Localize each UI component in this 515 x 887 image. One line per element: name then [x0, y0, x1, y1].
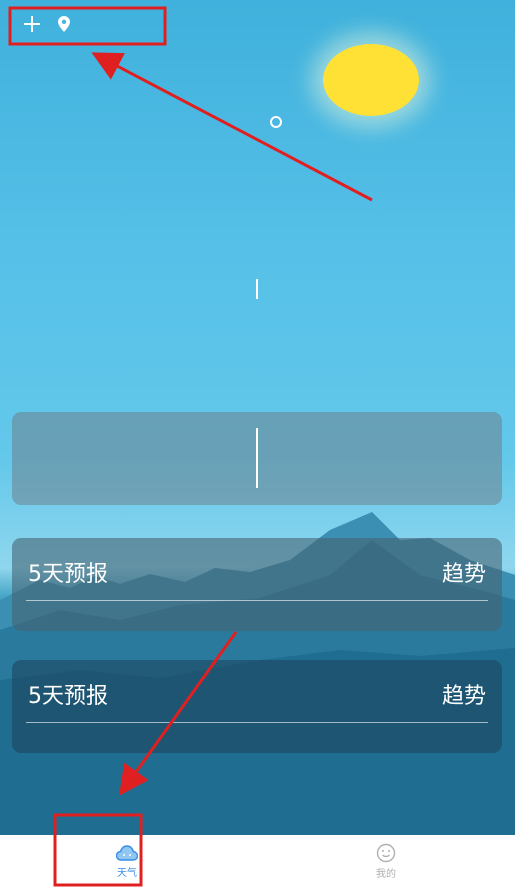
tab-mine[interactable]: 我的 [316, 835, 456, 887]
forecast-card[interactable]: 5天预报 趋势 [12, 538, 502, 631]
plus-icon [24, 16, 40, 32]
card-divider [26, 600, 488, 601]
weather-screen: 5天预报 趋势 5天预报 趋势 天气 我的 [0, 0, 515, 887]
top-bar [0, 0, 515, 46]
temperature-placeholder [256, 279, 258, 299]
location-pin-icon [58, 16, 70, 32]
trend-link[interactable]: 趋势 [442, 556, 486, 588]
card-divider [256, 428, 258, 488]
smiley-icon [376, 843, 396, 862]
mountains-illustration [0, 512, 515, 835]
cloud-icon [116, 844, 138, 861]
forecast-title: 5天预报 [28, 562, 108, 587]
sun-icon [323, 44, 419, 116]
tab-label: 天气 [117, 867, 137, 879]
forecast-title: 5天预报 [28, 684, 108, 709]
tab-weather[interactable]: 天气 [57, 835, 197, 887]
card-divider [26, 722, 488, 723]
forecast-card[interactable]: 5天预报 趋势 [12, 660, 502, 753]
trend-link[interactable]: 趋势 [442, 678, 486, 710]
degree-ring-icon [270, 116, 282, 128]
current-weather-card [12, 412, 502, 505]
bottom-tab-bar: 天气 我的 [0, 835, 515, 887]
tab-label: 我的 [376, 868, 396, 880]
add-city-button[interactable] [18, 10, 46, 38]
location-button[interactable] [52, 10, 76, 38]
